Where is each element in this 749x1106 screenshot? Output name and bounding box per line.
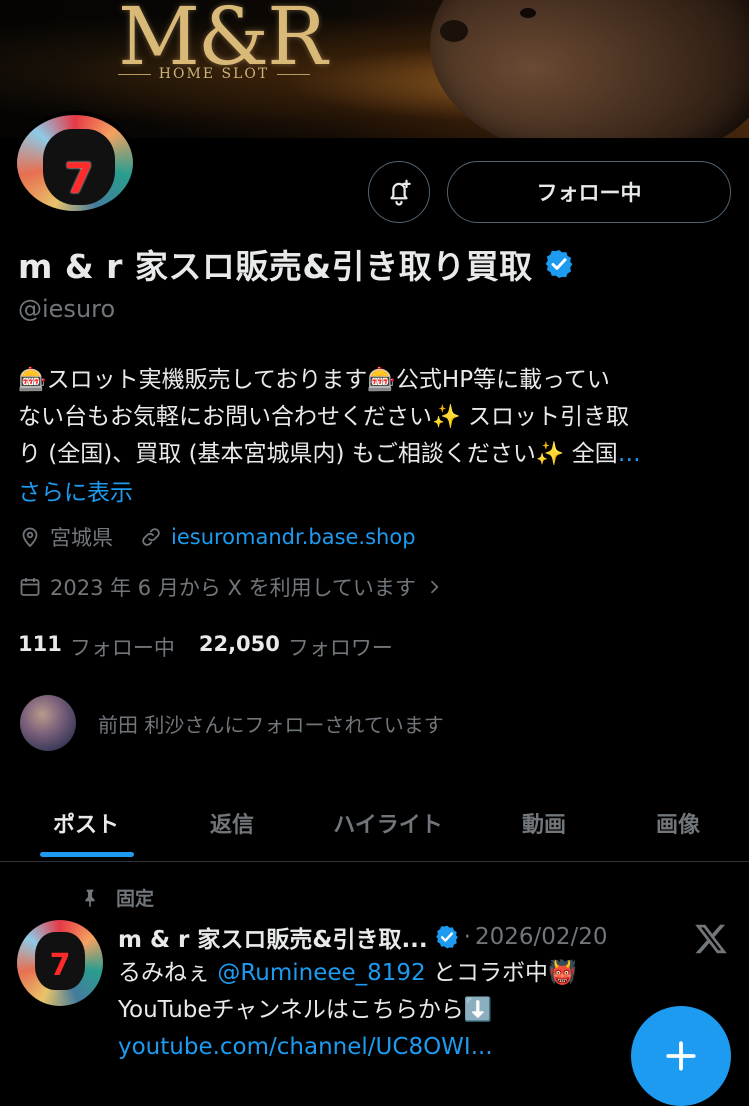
profile-name-row: m & r 家スロ販売&引き取り買取: [18, 240, 575, 288]
bio-line: り (全国)、買取 (基本宮城県内) もご相談ください✨ 全国…: [18, 441, 641, 467]
following-stat[interactable]: 111 フォロー中: [18, 632, 199, 662]
verified-badge-icon: [435, 925, 458, 949]
verified-badge-icon[interactable]: [543, 248, 575, 280]
avatar-ring: 7: [13, 111, 137, 215]
compose-post-button[interactable]: [631, 1006, 731, 1106]
pin-icon: [85, 889, 95, 907]
banner-dog-nose: [440, 20, 468, 42]
profile-display-name: m & r 家スロ販売&引き取り買取: [18, 247, 533, 286]
post-separator: ·: [463, 924, 471, 950]
profile-joined-row[interactable]: 2023 年 6 月から X を利用しています: [18, 572, 444, 602]
banner-logo-subtext: HOME SLOT: [118, 66, 310, 82]
plus-icon: [666, 1041, 696, 1071]
followers-label: フォロワー: [287, 636, 393, 660]
profile-meta-row: 宮城県 iesuromandr.base.shop: [18, 522, 416, 552]
location-pin-icon: [22, 527, 38, 548]
post-line: YouTubeチャンネルはこちらから⬇️: [118, 997, 493, 1023]
tab-replies[interactable]: 返信: [170, 785, 294, 861]
post-text: とコラボ中👹: [425, 960, 577, 986]
profile-bio: 🎰スロット実機販売しております🎰公式HP等に載ってい ない台もお気軽にお問い合わ…: [18, 362, 730, 473]
calendar-icon: [20, 578, 40, 596]
link-icon: [142, 528, 160, 546]
following-label: フォロー中: [69, 636, 175, 660]
tab-highlights[interactable]: ハイライト: [310, 785, 466, 861]
follower-avatar: [20, 695, 76, 751]
post-line: るみねぇ @Rumineee_8192 とコラボ中👹: [118, 955, 638, 992]
banner-dog-eye: [520, 8, 536, 18]
post-header: m & r 家スロ販売&引き取... · 2026/02/20: [118, 920, 608, 954]
followers-stat[interactable]: 22,050 フォロワー: [199, 632, 417, 662]
post-mention-link[interactable]: @Rumineee_8192: [217, 960, 425, 986]
profile-handle: @iesuro: [18, 295, 116, 323]
avatar-seven-glyph: 7: [64, 154, 94, 203]
profile-stats: 111 フォロー中 22,050 フォロワー: [18, 632, 417, 662]
active-tab-indicator: [40, 852, 134, 857]
followed-by-text: 前田 利沙さんにフォローされています: [98, 712, 444, 737]
profile-tabs: ポスト 返信 ハイライト 動画 画像: [0, 785, 749, 862]
pinned-label: 固定: [116, 888, 155, 910]
bio-line: 🎰スロット実機販売しております🎰公式HP等に載ってい: [18, 367, 610, 393]
post-text: るみねぇ: [118, 960, 218, 986]
pinned-indicator: 固定: [80, 884, 154, 911]
notification-bell-icon: [390, 179, 411, 206]
post-url-link[interactable]: youtube.com/channel/UC8OWI...: [118, 1029, 638, 1066]
post-author-avatar[interactable]: 7: [17, 920, 103, 1006]
followed-by-row[interactable]: 前田 利沙さんにフォローされています: [20, 695, 444, 751]
profile-avatar[interactable]: 7: [13, 111, 139, 215]
profile-joined-date: 2023 年 6 月から X を利用しています: [50, 576, 416, 600]
bio-ellipsis: …: [617, 441, 641, 467]
post-date[interactable]: 2026/02/20: [475, 924, 608, 950]
following-count: 111: [18, 632, 62, 656]
post-avatar-seven-glyph: 7: [49, 948, 71, 983]
bio-line: ない台もお気軽にお問い合わせください✨ スロット引き取: [18, 404, 629, 430]
tab-posts[interactable]: ポスト: [20, 785, 152, 861]
banner-dog-image: [430, 0, 749, 138]
tab-videos[interactable]: 動画: [484, 785, 604, 861]
tab-images[interactable]: 画像: [618, 785, 738, 861]
show-more-link[interactable]: さらに表示: [18, 473, 133, 507]
notification-subscribe-button[interactable]: [368, 161, 430, 223]
post-body: るみねぇ @Rumineee_8192 とコラボ中👹 YouTubeチャンネルは…: [118, 955, 638, 1066]
followers-count: 22,050: [198, 632, 280, 656]
x-logo-icon: [695, 924, 727, 954]
chevron-right-icon: [430, 580, 439, 594]
post-author-name[interactable]: m & r 家スロ販売&引き取...: [118, 920, 428, 954]
following-button[interactable]: フォロー中: [447, 161, 731, 223]
profile-website-link[interactable]: iesuromandr.base.shop: [171, 525, 416, 549]
profile-location: 宮城県: [50, 526, 113, 550]
